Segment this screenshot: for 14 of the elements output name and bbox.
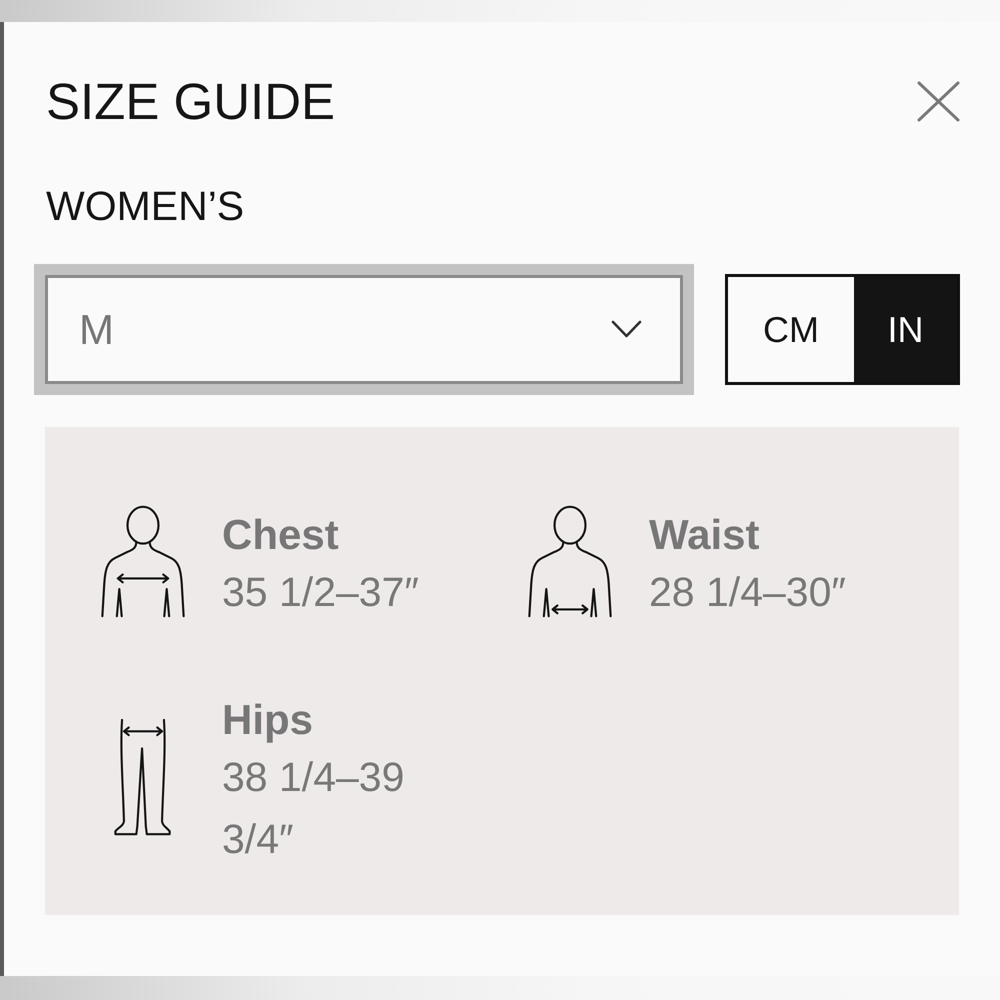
measurement-label: Waist <box>649 510 760 560</box>
close-button[interactable] <box>917 81 960 122</box>
size-select[interactable]: M <box>34 264 694 396</box>
unit-button[interactable]: IN <box>854 277 957 382</box>
chevron-down-icon <box>611 320 642 340</box>
measurement-value: 35 1/2–37″ <box>222 568 419 618</box>
measurement-label: Chest <box>222 510 339 560</box>
measurement-label: Hips <box>222 695 314 746</box>
close-icon <box>917 81 960 122</box>
trousers-measure-icon <box>113 716 173 838</box>
measurement-value: 28 1/4–30″ <box>649 568 846 618</box>
panel-title: SIZE GUIDE <box>46 72 336 132</box>
measurement-value: 38 1/4–39 3/4″ <box>222 753 406 864</box>
section-heading: WOMEN’S <box>46 182 244 232</box>
